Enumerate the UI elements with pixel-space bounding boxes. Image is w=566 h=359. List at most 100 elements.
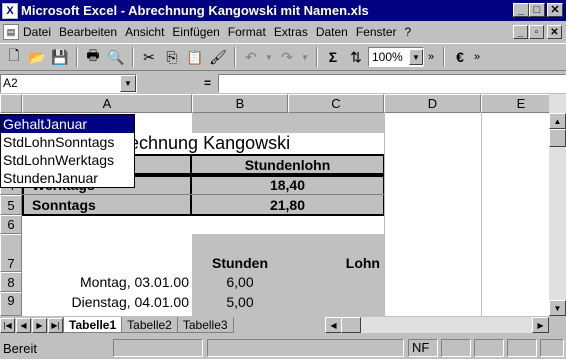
- scroll-up-icon[interactable]: ▲: [549, 113, 566, 129]
- last-sheet-icon[interactable]: ▶|: [48, 317, 63, 333]
- cell-c7[interactable]: Lohn: [288, 254, 384, 272]
- status-panel: [441, 339, 471, 357]
- sort-ascending-icon[interactable]: ⇅: [345, 46, 367, 68]
- tab-tabelle2[interactable]: Tabelle2: [121, 317, 178, 333]
- name-option-stdlohnsonntags[interactable]: StdLohnSonntags: [1, 133, 134, 151]
- menu-bearbeiten[interactable]: Bearbeiten: [59, 25, 117, 39]
- row-header-8[interactable]: 8: [0, 272, 22, 292]
- tab-tabelle1[interactable]: Tabelle1: [63, 317, 123, 333]
- cell-b7[interactable]: Stunden: [192, 254, 288, 272]
- undo-icon[interactable]: ↶: [240, 46, 262, 68]
- row-header-7[interactable]: 7: [0, 234, 22, 272]
- sheet-tab-bar: |◀ ◀ ▶ ▶| Tabelle1 Tabelle2 Tabelle3 ◀ ▶: [0, 316, 566, 334]
- cell-a5[interactable]: Sonntags: [24, 195, 190, 215]
- doc-minimize-button[interactable]: _: [513, 25, 528, 39]
- standard-toolbar: 🗋 📂 💾 🖶 🔍 ✂ ⎘ 📋 🖌 ↶ ▼ ↷ ▼ Σ ⇅ 100% ▼ » €…: [0, 43, 566, 71]
- shaded-area: [192, 113, 385, 133]
- new-icon[interactable]: 🗋: [3, 46, 25, 68]
- scroll-thumb[interactable]: [549, 129, 566, 147]
- maximize-button[interactable]: □: [529, 3, 545, 17]
- zoom-select[interactable]: 100% ▼: [368, 47, 424, 67]
- doc-restore-button[interactable]: ▫: [529, 25, 544, 39]
- autosum-icon[interactable]: Σ: [322, 46, 344, 68]
- cell-b9[interactable]: 5,00: [192, 292, 288, 314]
- menu-format[interactable]: Format: [228, 25, 266, 39]
- horizontal-scrollbar[interactable]: ◀ ▶: [325, 317, 549, 333]
- copy-icon[interactable]: ⎘: [161, 46, 183, 68]
- cell-selection-border: [134, 154, 192, 175]
- equals-button[interactable]: =: [204, 76, 211, 90]
- status-panel: [474, 339, 504, 357]
- prev-sheet-icon[interactable]: ◀: [16, 317, 31, 333]
- minimize-button[interactable]: _: [513, 3, 529, 17]
- row-header-9[interactable]: 9: [0, 292, 22, 316]
- excel-icon: X: [2, 2, 18, 19]
- status-panel: [507, 339, 537, 357]
- scroll-thumb-horizontal[interactable]: [341, 317, 361, 333]
- formula-input[interactable]: [218, 74, 566, 93]
- toolbar-separator: [132, 47, 134, 67]
- column-header-a[interactable]: A: [22, 94, 192, 113]
- cell-a8[interactable]: Montag, 03.01.00: [22, 272, 192, 292]
- document-icon[interactable]: ▤: [3, 24, 19, 40]
- column-header-b[interactable]: B: [192, 94, 288, 113]
- close-button[interactable]: ✕: [547, 3, 563, 17]
- zoom-value: 100%: [372, 50, 403, 64]
- format-painter-icon[interactable]: 🖌: [207, 46, 229, 68]
- cut-icon[interactable]: ✂: [138, 46, 160, 68]
- menu-ansicht[interactable]: Ansicht: [125, 25, 164, 39]
- toolbar-separator: [234, 47, 236, 67]
- more-buttons-icon[interactable]: »: [472, 46, 482, 68]
- menu-daten[interactable]: Daten: [316, 25, 348, 39]
- name-option-gehaltjanuar[interactable]: GehaltJanuar: [1, 115, 134, 133]
- vertical-scrollbar[interactable]: ▲ ▼: [549, 94, 566, 316]
- print-icon[interactable]: 🖶: [82, 46, 104, 68]
- formula-bar: A2 ▼ =: [0, 72, 566, 94]
- name-box[interactable]: A2 ▼: [0, 74, 137, 93]
- paste-icon[interactable]: 📋: [184, 46, 206, 68]
- scroll-left-icon[interactable]: ◀: [325, 317, 342, 333]
- name-option-stundenjanuar[interactable]: StundenJanuar: [1, 169, 134, 187]
- select-all-corner[interactable]: [0, 94, 22, 113]
- name-option-stdlohnwerktags[interactable]: StdLohnWerktags: [1, 151, 134, 169]
- redo-icon[interactable]: ↷: [276, 46, 298, 68]
- status-bar: Bereit NF: [0, 337, 566, 359]
- menu-einfuegen[interactable]: Einfügen: [172, 25, 219, 39]
- row-header-6[interactable]: 6: [0, 215, 22, 234]
- status-panel: [540, 339, 564, 357]
- euro-icon[interactable]: €: [449, 46, 471, 68]
- save-icon[interactable]: 💾: [49, 46, 71, 68]
- column-header-d[interactable]: D: [384, 94, 481, 113]
- scroll-right-icon[interactable]: ▶: [532, 317, 549, 333]
- cell-a9[interactable]: Dienstag, 04.01.00: [22, 292, 192, 314]
- cell-b5[interactable]: 21,80: [192, 195, 383, 215]
- open-icon[interactable]: 📂: [26, 46, 48, 68]
- menu-fenster[interactable]: Fenster: [356, 25, 397, 39]
- doc-close-button[interactable]: ✕: [547, 25, 562, 39]
- menu-extras[interactable]: Extras: [274, 25, 308, 39]
- window-title: Microsoft Excel - Abrechnung Kangowski m…: [21, 3, 369, 18]
- column-header-c[interactable]: C: [288, 94, 384, 113]
- undo-dropdown-icon[interactable]: ▼: [263, 46, 275, 68]
- chevron-down-icon[interactable]: ▼: [409, 49, 423, 65]
- tab-tabelle3[interactable]: Tabelle3: [176, 317, 234, 333]
- chevron-down-icon[interactable]: ▼: [120, 75, 136, 92]
- cell-b4[interactable]: 18,40: [192, 175, 383, 195]
- print-preview-icon[interactable]: 🔍: [105, 46, 127, 68]
- menu-help[interactable]: ?: [405, 25, 412, 39]
- toolbar-separator: [316, 47, 318, 67]
- more-buttons-icon[interactable]: »: [424, 46, 438, 68]
- gridline: [384, 113, 385, 316]
- menu-datei[interactable]: Datei: [23, 25, 51, 39]
- column-header-e[interactable]: E: [481, 94, 549, 113]
- cell-b3[interactable]: Stundenlohn: [190, 154, 385, 175]
- cell-b8[interactable]: 6,00: [192, 272, 288, 292]
- scroll-down-icon[interactable]: ▼: [549, 300, 566, 316]
- toolbar-separator: [76, 47, 78, 67]
- first-sheet-icon[interactable]: |◀: [0, 317, 15, 333]
- redo-dropdown-icon[interactable]: ▼: [299, 46, 311, 68]
- gridline: [481, 113, 482, 316]
- name-box-value: A2: [3, 76, 18, 90]
- next-sheet-icon[interactable]: ▶: [32, 317, 47, 333]
- row-header-5[interactable]: 5: [0, 195, 22, 215]
